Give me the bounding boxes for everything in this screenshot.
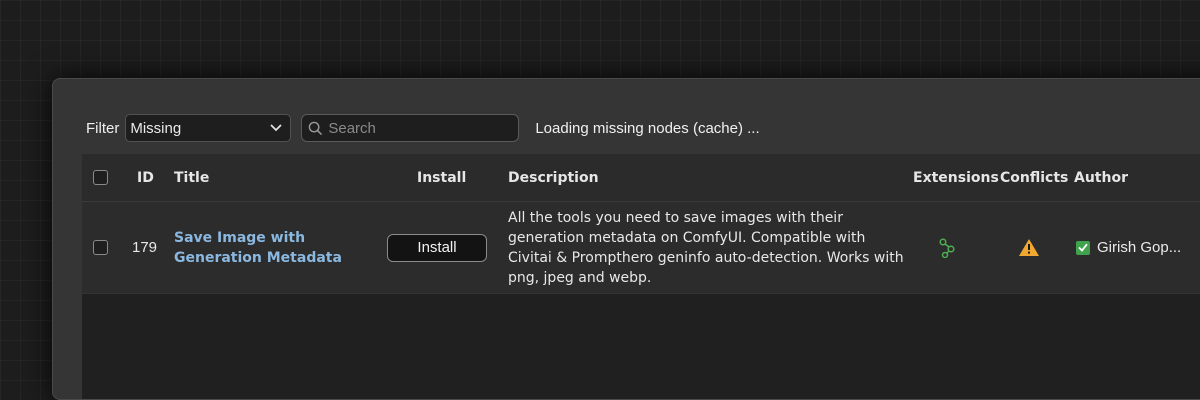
- warning-icon[interactable]: [1018, 238, 1040, 257]
- filter-label: Filter: [86, 119, 120, 137]
- chevron-down-icon: [270, 124, 282, 132]
- row-author-cell: Girish Gop...: [1076, 202, 1181, 293]
- header-title[interactable]: Title: [174, 154, 209, 201]
- row-conflicts-cell: [1018, 202, 1040, 293]
- table-row: 179 Save Image with Generation Metadata …: [82, 202, 1200, 294]
- verified-check-icon: [1076, 240, 1090, 255]
- header-extensions[interactable]: Extensions: [913, 154, 999, 201]
- header-install[interactable]: Install: [417, 154, 466, 201]
- row-title-cell: Save Image with Generation Metadata: [174, 202, 364, 293]
- link-nodes-icon[interactable]: [939, 237, 955, 258]
- header-conflicts[interactable]: Conflicts: [1000, 154, 1068, 201]
- search-input[interactable]: [328, 119, 499, 137]
- loading-status-text: Loading missing nodes (cache) ...: [535, 119, 760, 137]
- table-header: ID Title Install Description Extensions …: [82, 154, 1200, 202]
- filter-bar: Filter Missing Loading missing nodes (ca…: [86, 114, 760, 142]
- row-checkbox[interactable]: [93, 240, 108, 255]
- install-button[interactable]: Install: [387, 233, 487, 262]
- select-all-cell: [93, 154, 108, 201]
- row-id: 179: [132, 239, 158, 256]
- custom-nodes-manager-dialog: Filter Missing Loading missing nodes (ca…: [52, 78, 1200, 400]
- header-id[interactable]: ID: [137, 154, 154, 201]
- author-name: Girish Gop...: [1097, 239, 1182, 256]
- nodes-table: ID Title Install Description Extensions …: [82, 154, 1200, 399]
- node-title-link[interactable]: Save Image with Generation Metadata: [174, 228, 364, 268]
- author: Girish Gop...: [1076, 239, 1181, 256]
- row-description-cell: All the tools you need to save images wi…: [508, 202, 908, 293]
- search-box[interactable]: [301, 114, 520, 142]
- row-install-cell: Install: [387, 202, 487, 293]
- row-extensions-cell: [939, 202, 955, 293]
- row-select-cell: [93, 202, 108, 293]
- filter-select[interactable]: Missing: [125, 114, 292, 142]
- search-icon: [309, 121, 323, 135]
- filter-select-value: Missing: [130, 119, 182, 137]
- node-description: All the tools you need to save images wi…: [508, 209, 904, 286]
- select-all-checkbox[interactable]: [93, 170, 108, 185]
- header-author[interactable]: Author: [1074, 154, 1128, 201]
- header-description[interactable]: Description: [508, 154, 599, 201]
